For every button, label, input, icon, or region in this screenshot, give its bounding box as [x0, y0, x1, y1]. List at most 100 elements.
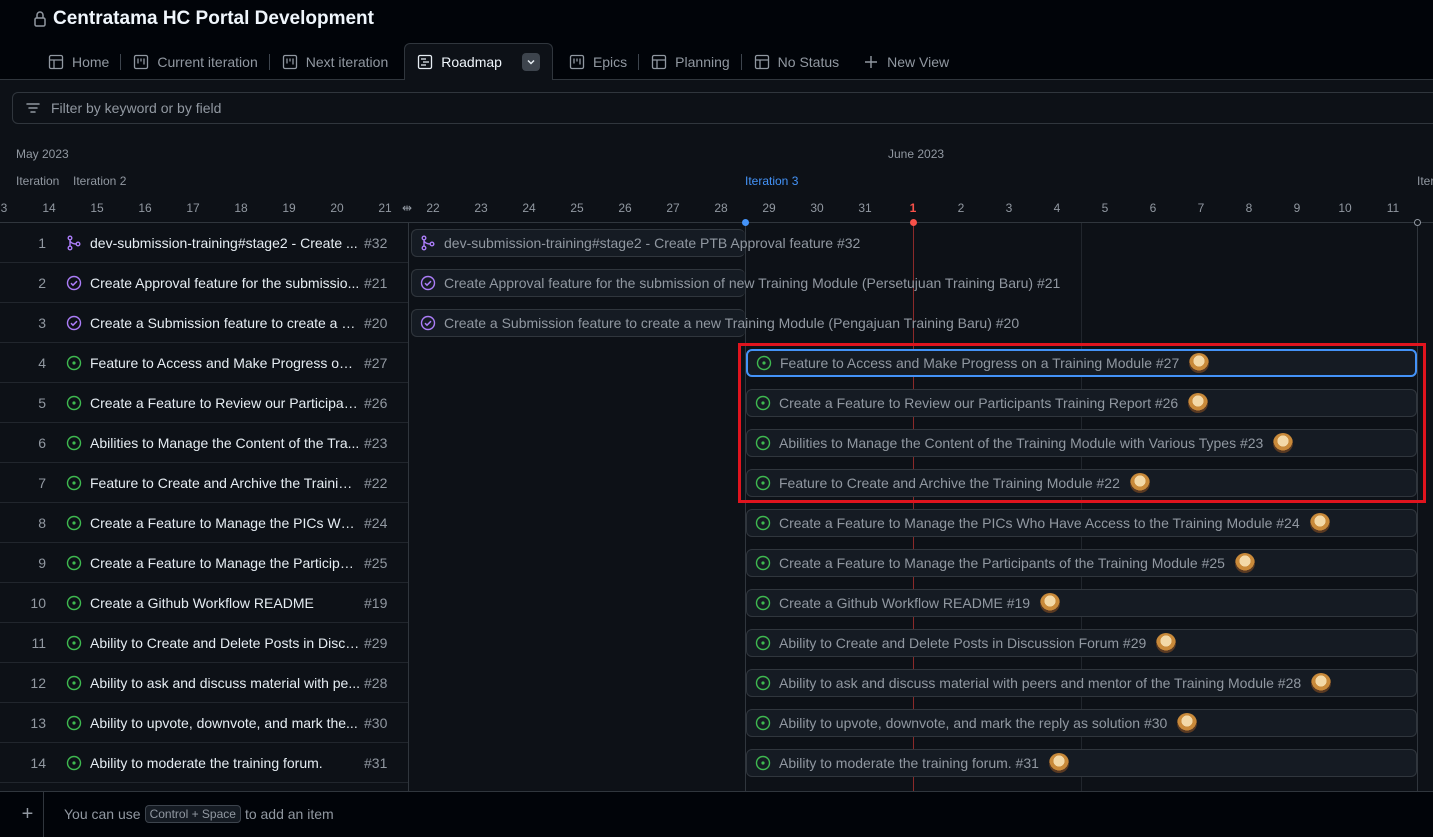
- row-number: 5: [38, 394, 46, 411]
- roadmap-bar[interactable]: Ability to upvote, downvote, and mark th…: [746, 709, 1417, 737]
- tab-epics[interactable]: Epics: [557, 43, 640, 80]
- item-title[interactable]: Ability to ask and discuss material with…: [90, 675, 360, 691]
- table-row[interactable]: 7 Feature to Create and Archive the Train…: [0, 463, 408, 503]
- roadmap-bar[interactable]: Create a Submission feature to create a …: [411, 309, 1019, 337]
- day-label: 28: [714, 201, 728, 215]
- roadmap-bar[interactable]: Ability to Create and Delete Posts in Di…: [746, 629, 1417, 657]
- bar-label: Create a Submission feature to create a …: [444, 315, 1020, 331]
- item-title[interactable]: Create a Github Workflow README: [90, 595, 360, 611]
- avatar[interactable]: [1309, 513, 1330, 533]
- item-ref: #21: [364, 274, 388, 291]
- tab-next-iteration[interactable]: Next iteration: [270, 43, 400, 80]
- iteration-label-2: Iteration 2: [73, 174, 127, 188]
- day-label: 18: [234, 201, 248, 215]
- table-row[interactable]: 11 Ability to Create and Delete Posts in …: [0, 623, 408, 663]
- issue-open-icon: [66, 755, 82, 771]
- table-row[interactable]: 6 Abilities to Manage the Content of the …: [0, 423, 408, 463]
- item-title[interactable]: Feature to Create and Archive the Traini…: [90, 475, 360, 491]
- tab-new-view[interactable]: New View: [851, 43, 961, 80]
- filter-bar[interactable]: Filter by keyword or by field: [12, 92, 1433, 124]
- avatar[interactable]: [1234, 553, 1255, 573]
- item-title[interactable]: dev-submission-training#stage2 - Create …: [90, 235, 360, 251]
- table-row[interactable]: 10 Create a Github Workflow README #19: [0, 583, 408, 623]
- item-title[interactable]: Ability to moderate the training forum.: [90, 755, 360, 771]
- day-label: 15: [90, 201, 104, 215]
- roadmap-view: Filter by keyword or by field May 2023 J…: [0, 80, 1433, 837]
- item-ref: #25: [364, 554, 388, 571]
- issue-open-icon: [66, 715, 82, 731]
- table-row[interactable]: 1 dev-submission-training#stage2 - Create…: [0, 223, 408, 263]
- row-number: 13: [30, 714, 46, 731]
- roadmap-bar[interactable]: Create a Feature to Manage the Participa…: [746, 549, 1417, 577]
- item-title[interactable]: Feature to Access and Make Progress on a…: [90, 355, 360, 371]
- project-title-bar: Centratama HC Portal Development: [33, 8, 374, 30]
- issue-open-icon: [66, 395, 82, 411]
- avatar[interactable]: [1048, 753, 1069, 773]
- table-row[interactable]: 5 Create a Feature to Review our Particip…: [0, 383, 408, 423]
- issue-open-icon: [66, 515, 82, 531]
- tab-no-status[interactable]: No Status: [742, 43, 851, 80]
- roadmap-bar[interactable]: Create Approval feature for the submissi…: [411, 269, 1060, 297]
- issue-open-icon: [66, 355, 82, 371]
- iteration-label-1: Iteration: [16, 174, 60, 188]
- project-header: Centratama HC Portal Development Home Cur…: [0, 0, 1433, 81]
- item-ref: #24: [364, 514, 388, 531]
- item-title[interactable]: Ability to upvote, downvote, and mark th…: [90, 715, 360, 731]
- table-row[interactable]: 12 Ability to ask and discuss material wi…: [0, 663, 408, 703]
- tab-current-iteration[interactable]: Current iteration: [121, 43, 270, 80]
- tab-label: Next iteration: [305, 53, 389, 70]
- view-options-chevron-down-icon[interactable]: [521, 53, 540, 71]
- lock-icon: [33, 10, 47, 28]
- roadmap-bar[interactable]: Create a Feature to Manage the PICs Who …: [746, 509, 1417, 537]
- bar-label: Ability to upvote, downvote, and mark th…: [779, 715, 1168, 731]
- tab-home[interactable]: Home: [36, 43, 122, 80]
- roadmap-bar[interactable]: Ability to moderate the training forum. …: [746, 749, 1417, 777]
- item-title[interactable]: Create a Feature to Manage the Participa…: [90, 555, 360, 571]
- avatar[interactable]: [1177, 713, 1198, 733]
- day-label: 29: [762, 201, 776, 215]
- roadmap-bar[interactable]: Create a Github Workflow README #19: [746, 589, 1417, 617]
- item-title[interactable]: Create a Feature to Review our Participa…: [90, 395, 360, 411]
- table-row[interactable]: 13 Ability to upvote, downvote, and mark …: [0, 703, 408, 743]
- avatar[interactable]: [1311, 673, 1332, 693]
- issue-open-icon: [755, 595, 771, 611]
- table-row[interactable]: 14 Ability to moderate the training forum…: [0, 743, 408, 783]
- table-row[interactable]: 9 Create a Feature to Manage the Particip…: [0, 543, 408, 583]
- day-label: 30: [810, 201, 824, 215]
- item-title[interactable]: Ability to Create and Delete Posts in Di…: [90, 635, 360, 651]
- add-item-button[interactable]: +: [12, 791, 44, 837]
- issue-open-icon: [66, 475, 82, 491]
- shortcut-kbd: Control + Space: [144, 805, 241, 823]
- avatar[interactable]: [1156, 633, 1177, 653]
- resize-handle-icon[interactable]: ⇹: [402, 201, 412, 215]
- tab-roadmap[interactable]: Roadmap: [404, 43, 553, 81]
- day-label: 11: [1386, 201, 1400, 215]
- day-label: 1: [909, 201, 917, 215]
- iteration-label-3: Iteration 3: [745, 174, 799, 188]
- hint-post: to add an item: [244, 806, 334, 822]
- iteration-end-marker: [1414, 219, 1421, 226]
- table-row[interactable]: 4 Feature to Access and Make Progress on …: [0, 343, 408, 383]
- tab-planning[interactable]: Planning: [639, 43, 742, 80]
- bar-label: Create Approval feature for the submissi…: [444, 275, 1061, 291]
- row-number: 8: [38, 514, 46, 531]
- day-label: 10: [1338, 201, 1352, 215]
- tab-label: New View: [887, 53, 950, 70]
- roadmap-bar[interactable]: dev-submission-training#stage2 - Create …: [411, 229, 860, 257]
- table-row[interactable]: 8 Create a Feature to Manage the PICs Who…: [0, 503, 408, 543]
- item-ref: #22: [364, 474, 388, 491]
- row-number: 9: [38, 554, 46, 571]
- table-row[interactable]: 3 Create a Submission feature to create a…: [0, 303, 408, 343]
- tab-label: Roadmap: [441, 54, 502, 70]
- roadmap-bar[interactable]: Ability to ask and discuss material with…: [746, 669, 1417, 697]
- avatar[interactable]: [1040, 593, 1061, 613]
- item-title[interactable]: Abilities to Manage the Content of the T…: [90, 435, 360, 451]
- item-title[interactable]: Create a Feature to Manage the PICs Who.…: [90, 515, 360, 531]
- week-line: [1081, 223, 1082, 793]
- item-title[interactable]: Create Approval feature for the submissi…: [90, 275, 360, 291]
- item-title[interactable]: Create a Submission feature to create a …: [90, 315, 360, 331]
- day-label: 6: [1149, 201, 1157, 215]
- issue-open-icon: [66, 675, 82, 691]
- day-label: 19: [282, 201, 296, 215]
- table-row[interactable]: 2 Create Approval feature for the submiss…: [0, 263, 408, 303]
